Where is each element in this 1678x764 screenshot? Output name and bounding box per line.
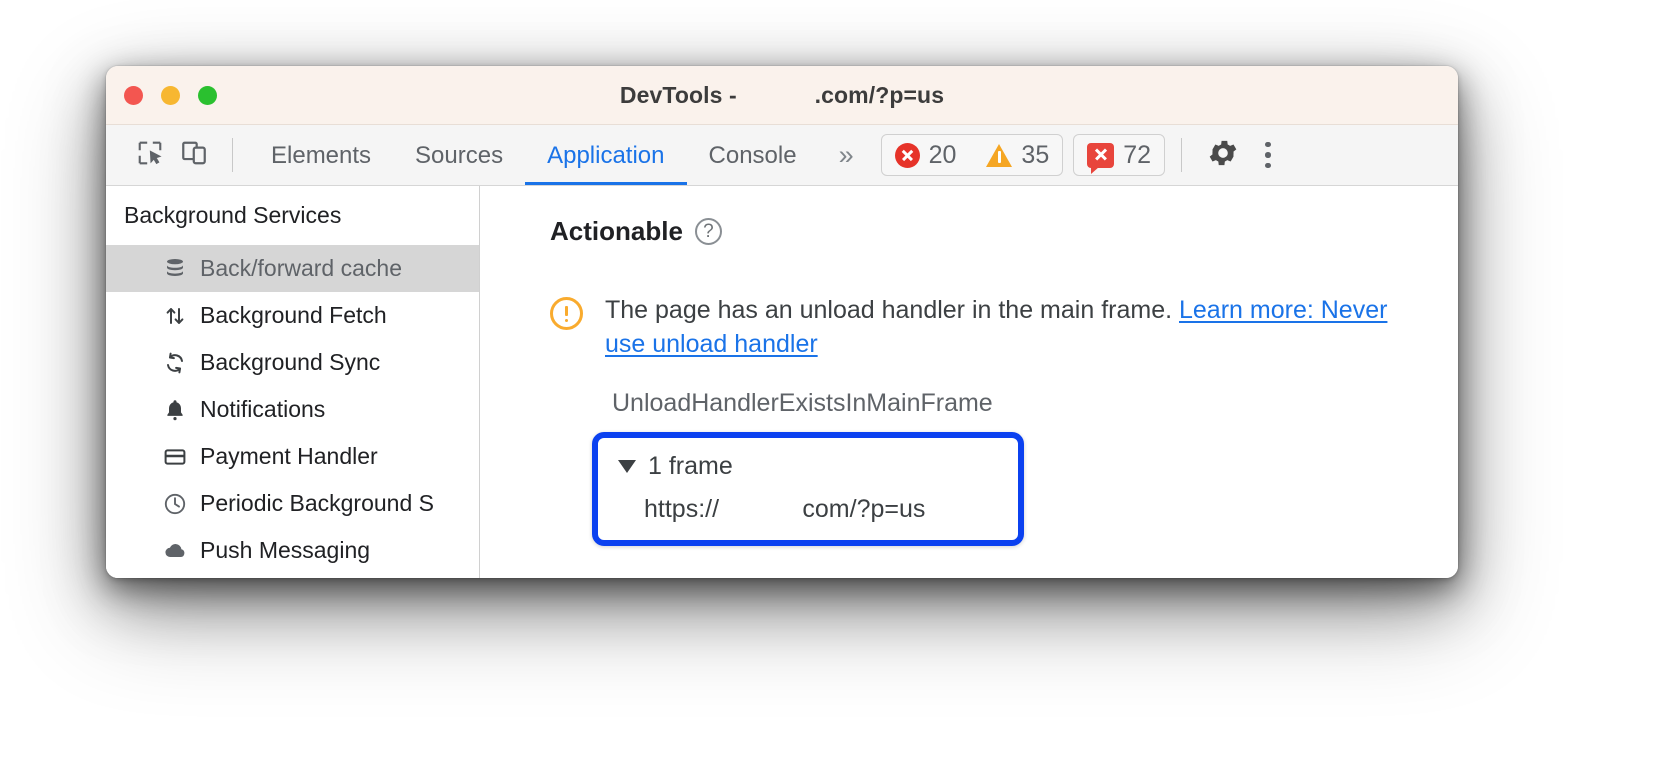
- gear-icon: [1206, 136, 1240, 175]
- triangle-down-icon[interactable]: [618, 460, 636, 473]
- sidebar-item-payment-handler[interactable]: Payment Handler: [106, 433, 479, 480]
- tab-elements[interactable]: Elements: [249, 126, 393, 185]
- window-title-redacted-gap: [737, 82, 815, 109]
- sidebar-item-label: Push Messaging: [200, 537, 371, 563]
- issue-bubble-icon: [1087, 142, 1115, 174]
- maximize-window-button[interactable]: [198, 85, 217, 105]
- warnings-count: 35: [1021, 140, 1050, 169]
- frame-url-prefix: https://: [644, 495, 720, 523]
- issue-bubble-tail: [1091, 166, 1100, 174]
- sidebar-item-label: Periodic Background S: [200, 490, 434, 516]
- devtools-window: DevTools - .com/?p=us Elements Sources A…: [106, 66, 1458, 578]
- page-title: Actionable: [550, 216, 683, 246]
- window-title-bar: DevTools - .com/?p=us: [106, 66, 1458, 125]
- clock-icon: [162, 491, 188, 517]
- cloud-icon: [162, 538, 188, 564]
- bfcache-main-content: Actionable ? The page has an unload hand…: [480, 186, 1458, 578]
- sidebar-item-notifications[interactable]: Notifications: [106, 386, 479, 433]
- more-tabs-button[interactable]: »: [819, 141, 871, 169]
- section-title-row: Actionable ?: [550, 216, 1458, 247]
- settings-button[interactable]: [1198, 130, 1248, 180]
- bell-icon: [162, 397, 188, 423]
- panel-body: Background Services Back/forward cache B…: [106, 186, 1458, 578]
- credit-card-icon: [162, 444, 188, 470]
- kebab-menu-icon: [1265, 141, 1271, 148]
- toolbar-divider-right: [1181, 138, 1183, 172]
- kebab-dot-3: [1265, 162, 1271, 169]
- toggle-device-toolbar-button[interactable]: [172, 133, 216, 177]
- window-title: DevTools - .com/?p=us: [106, 82, 1458, 109]
- sidebar-item-periodic-background-sync[interactable]: Periodic Background S: [106, 480, 479, 527]
- more-options-button[interactable]: [1248, 130, 1288, 180]
- sync-refresh-icon: [162, 350, 188, 376]
- sidebar-item-push-messaging[interactable]: Push Messaging: [106, 527, 479, 574]
- arrows-up-down-icon: [162, 303, 188, 329]
- inspect-element-icon: [136, 139, 164, 172]
- frame-url-suffix: com/?p=us: [802, 495, 926, 523]
- application-sidebar: Background Services Back/forward cache B…: [106, 186, 480, 578]
- issue-message: The page has an unload handler in the ma…: [605, 293, 1405, 361]
- sidebar-item-label: Background Fetch: [200, 302, 387, 328]
- issue-row: The page has an unload handler in the ma…: [550, 293, 1458, 361]
- sidebar-section-header: Background Services: [124, 202, 342, 228]
- close-window-button[interactable]: [124, 85, 143, 105]
- issue-message-text: The page has an unload handler in the ma…: [605, 296, 1179, 324]
- toolbar-divider: [232, 138, 233, 172]
- database-icon: [162, 256, 188, 282]
- sidebar-item-label: Payment Handler: [200, 443, 378, 469]
- devtools-toolbar: Elements Sources Application Console » 2…: [106, 125, 1458, 186]
- frames-count-label: 1 frame: [648, 452, 733, 480]
- sidebar-item-background-sync[interactable]: Background Sync: [106, 339, 479, 386]
- frames-toggle[interactable]: 1 frame: [598, 452, 1018, 481]
- device-toolbar-icon: [180, 139, 208, 172]
- bfcache-reason-code: UnloadHandlerExistsInMainFrame: [612, 389, 993, 417]
- tab-sources[interactable]: Sources: [393, 126, 525, 185]
- kebab-dot-2: [1265, 152, 1271, 158]
- traffic-light-buttons: [124, 85, 217, 105]
- frame-url-redacted-gap: [719, 495, 802, 524]
- window-title-prefix: DevTools -: [619, 81, 737, 108]
- help-question-icon[interactable]: ?: [694, 218, 722, 245]
- screenshot-root: DevTools - .com/?p=us Elements Sources A…: [0, 0, 1678, 764]
- tab-console[interactable]: Console: [687, 126, 819, 185]
- frame-url[interactable]: https:// com/?p=us: [598, 495, 1018, 524]
- warning-icon: [986, 143, 1013, 167]
- frames-highlight-box: 1 frame https:// com/?p=us: [592, 432, 1024, 546]
- sidebar-item-background-fetch[interactable]: Background Fetch: [106, 292, 479, 339]
- warning-exclamation-circle-icon: [550, 297, 583, 330]
- sidebar-item-label: Background Sync: [200, 349, 381, 375]
- issues-count: 72: [1123, 140, 1152, 169]
- sidebar-item-back-forward-cache[interactable]: Back/forward cache: [106, 245, 479, 292]
- errors-count: 20: [928, 140, 957, 169]
- minimize-window-button[interactable]: [161, 85, 180, 105]
- sidebar-item-label: Notifications: [200, 396, 326, 422]
- issues-counter[interactable]: 72: [1073, 134, 1166, 176]
- tab-application[interactable]: Application: [525, 126, 686, 185]
- errors-warnings-counter[interactable]: 20 35: [880, 134, 1064, 176]
- sidebar-item-label: Back/forward cache: [200, 255, 402, 281]
- window-title-suffix: .com/?p=us: [814, 81, 945, 108]
- error-icon: [894, 142, 920, 168]
- inspect-element-button[interactable]: [128, 133, 172, 177]
